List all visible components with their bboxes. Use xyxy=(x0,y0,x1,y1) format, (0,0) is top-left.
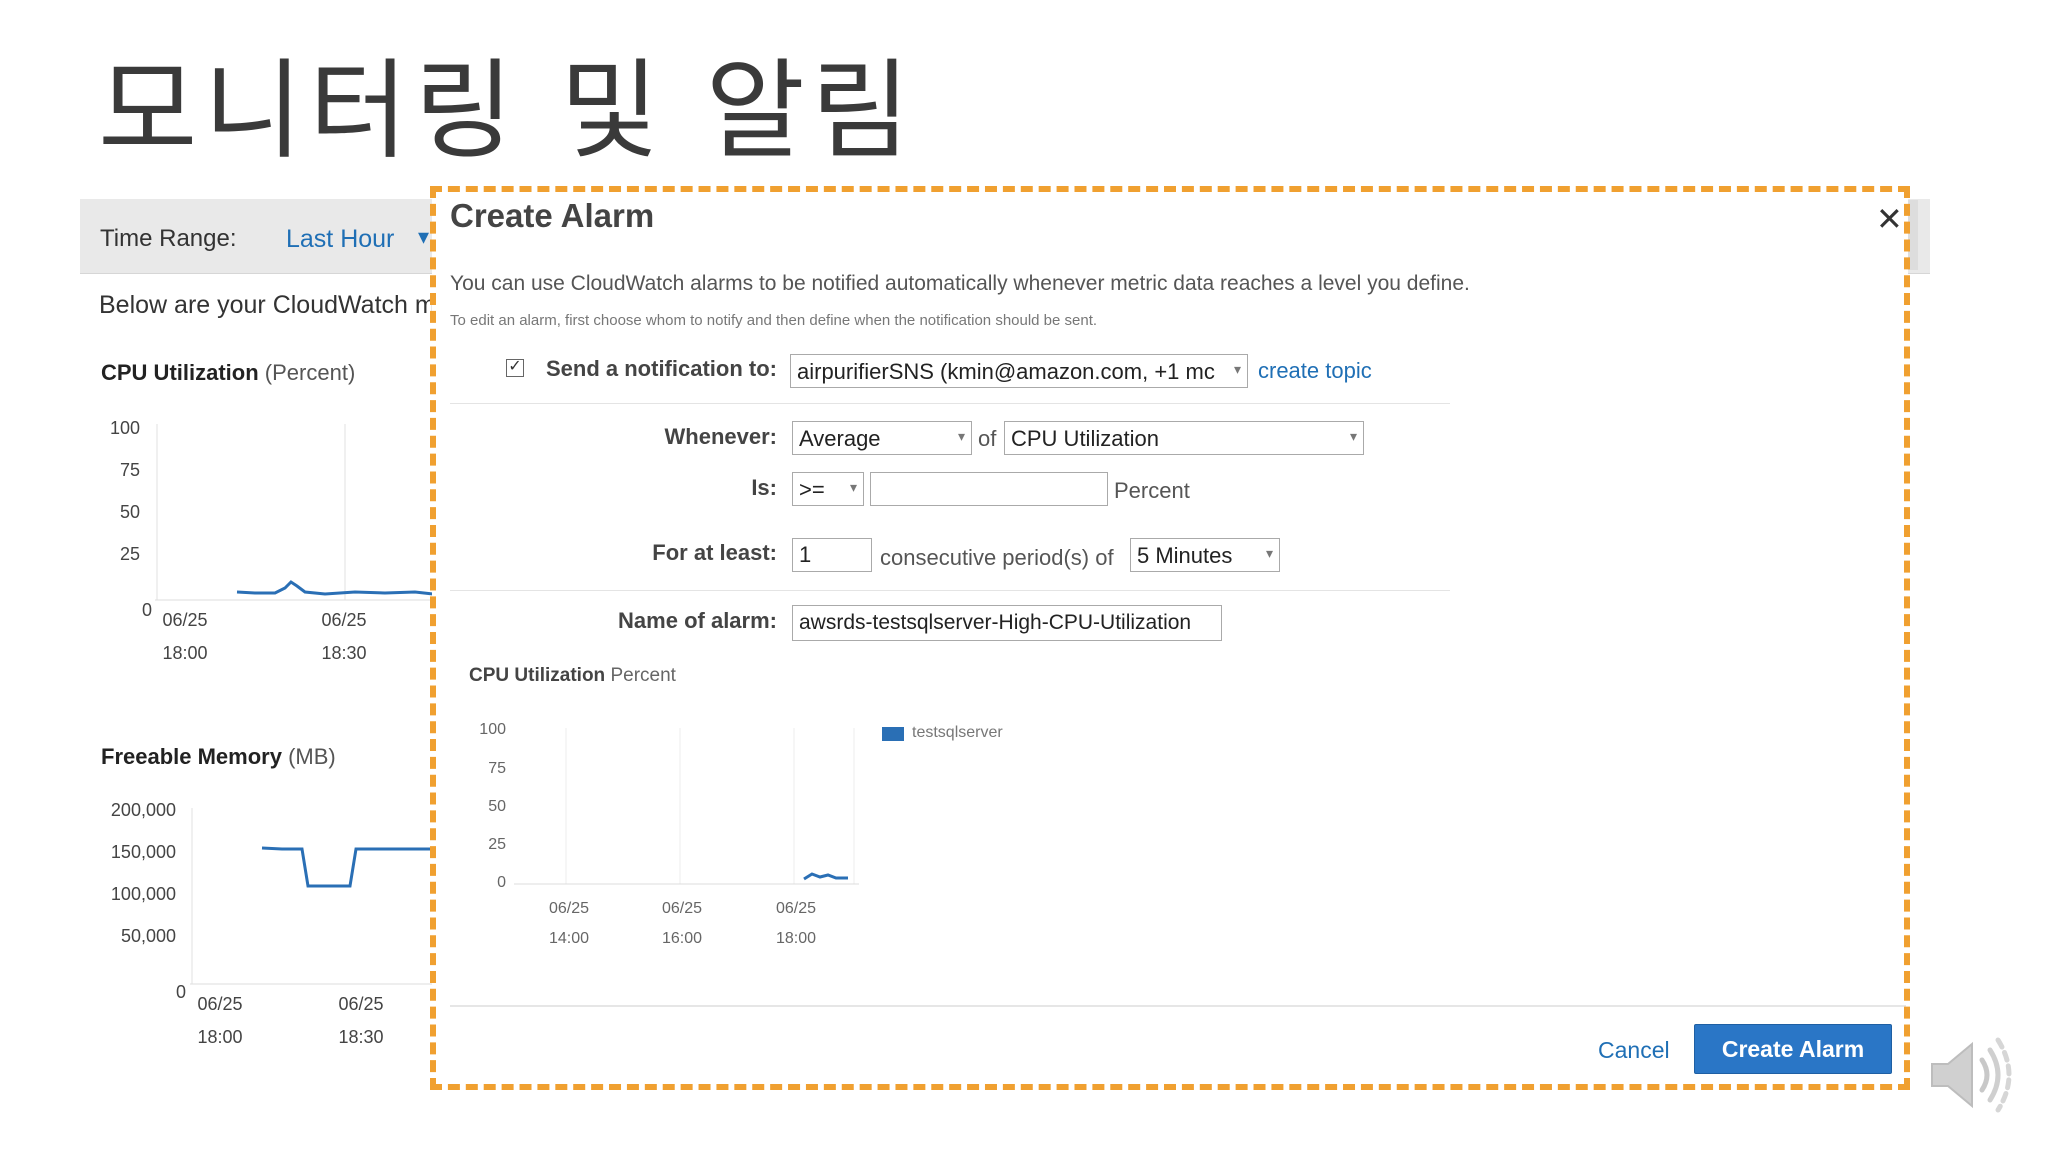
bg-memory-ytick: 0 xyxy=(175,982,186,1002)
bg-cpu-ytick: 100 xyxy=(109,418,140,438)
period-select[interactable]: 5 Minutes ▾ xyxy=(1130,538,1280,572)
statistic-select[interactable]: Average ▾ xyxy=(792,421,972,455)
bg-memory-ytick: 200,000 xyxy=(110,800,176,820)
alarm-chart-title: CPU Utilization Percent xyxy=(469,665,676,687)
of-text: of xyxy=(978,426,997,451)
dialog-description: You can use CloudWatch alarms to be noti… xyxy=(450,272,1470,295)
create-alarm-button[interactable]: Create Alarm xyxy=(1694,1024,1892,1074)
alarm-chart-xtick: 06/25 18:00 xyxy=(775,900,817,947)
legend-label: testsqlserver xyxy=(912,724,1003,741)
alarm-chart-xtick: 06/25 16:00 xyxy=(661,900,703,947)
notification-label: Send a notification to: xyxy=(546,356,777,381)
bg-memory-series-line xyxy=(261,846,433,888)
alarm-chart-ytick: 75 xyxy=(488,760,506,777)
alarm-name-label: Name of alarm: xyxy=(618,608,777,633)
bg-memory-chart xyxy=(190,808,435,985)
dialog-title: Create Alarm xyxy=(450,197,655,234)
alarm-name-input[interactable] xyxy=(792,605,1222,641)
chevron-down-icon: ▾ xyxy=(849,479,857,495)
bg-cpu-chart-unit: (Percent) xyxy=(264,360,356,385)
alarm-chart-unit: Percent xyxy=(610,665,676,686)
bg-cpu-chart-name: CPU Utilization xyxy=(101,360,259,385)
periods-input[interactable] xyxy=(792,538,872,572)
alarm-chart-series-line xyxy=(803,872,848,881)
metric-value: CPU Utilization xyxy=(1011,426,1159,451)
footer-divider xyxy=(450,1005,1906,1007)
chevron-down-icon[interactable]: ▾ xyxy=(418,224,429,250)
threshold-unit: Percent xyxy=(1114,478,1190,503)
bg-memory-xtick: 06/25 18:30 xyxy=(338,994,384,1047)
legend-swatch xyxy=(882,727,904,741)
period-value: 5 Minutes xyxy=(1137,543,1233,568)
chevron-down-icon: ▾ xyxy=(1265,545,1273,561)
operator-value: >= xyxy=(799,477,825,502)
notification-topic-select[interactable]: airpurifierSNS (kmin@amazon.com, +1 mc ▾ xyxy=(790,354,1248,388)
alarm-chart-ytick: 25 xyxy=(488,836,506,853)
time-range-label: Time Range: xyxy=(100,225,237,252)
bg-cpu-chart xyxy=(155,424,435,601)
dialog-subtext: To edit an alarm, first choose whom to n… xyxy=(450,312,1098,329)
bg-cpu-series-line xyxy=(236,580,434,596)
bg-memory-chart-unit: (MB) xyxy=(288,744,336,769)
bg-cpu-ytick: 75 xyxy=(119,460,140,480)
alarm-chart xyxy=(514,728,859,885)
alarm-chart-ytick: 50 xyxy=(488,798,506,815)
bg-cpu-chart-title: CPU Utilization (Percent) xyxy=(101,360,355,386)
chevron-down-icon: ▾ xyxy=(957,428,965,444)
bg-cpu-ytick: 25 xyxy=(119,544,140,564)
create-topic-link[interactable]: create topic xyxy=(1258,358,1372,384)
operator-select[interactable]: >= ▾ xyxy=(792,472,864,506)
chevron-down-icon: ▾ xyxy=(1349,428,1357,444)
chevron-down-icon: ▾ xyxy=(1233,361,1241,377)
whenever-label: Whenever: xyxy=(664,424,777,449)
bg-cpu-xtick: 06/25 18:30 xyxy=(321,610,367,663)
alarm-chart-xtick: 06/25 14:00 xyxy=(548,900,590,947)
bg-memory-ytick: 150,000 xyxy=(110,842,176,862)
slide-title: 모니터링 및 알림 xyxy=(98,49,917,174)
for-at-least-label: For at least: xyxy=(652,540,777,565)
close-icon[interactable]: ✕ xyxy=(1876,200,1903,238)
speaker-icon[interactable] xyxy=(1922,1030,2022,1120)
bg-cpu-ytick: 0 xyxy=(141,600,152,620)
cancel-button[interactable]: Cancel xyxy=(1598,1037,1670,1064)
time-range-select[interactable]: Last Hour xyxy=(286,225,394,254)
dialog-scrollbar[interactable] xyxy=(1908,200,1918,270)
bg-memory-chart-name: Freeable Memory xyxy=(101,744,282,769)
bg-memory-ytick: 50,000 xyxy=(120,926,176,946)
bg-cpu-ytick: 50 xyxy=(119,502,140,522)
threshold-input[interactable] xyxy=(870,472,1108,506)
divider xyxy=(450,403,1450,404)
metric-select[interactable]: CPU Utilization ▾ xyxy=(1004,421,1364,455)
statistic-value: Average xyxy=(799,426,881,451)
bg-memory-xtick: 06/25 18:00 xyxy=(197,994,243,1047)
bg-memory-ytick: 100,000 xyxy=(110,884,176,904)
alarm-chart-name: CPU Utilization xyxy=(469,665,606,686)
notification-topic-value: airpurifierSNS (kmin@amazon.com, +1 mc xyxy=(797,359,1215,384)
consecutive-text: consecutive period(s) of xyxy=(880,545,1114,570)
bg-memory-chart-title: Freeable Memory (MB) xyxy=(101,744,336,770)
bg-cpu-xtick: 06/25 18:00 xyxy=(162,610,208,663)
alarm-chart-ytick: 100 xyxy=(479,721,506,738)
alarm-chart-ytick: 0 xyxy=(497,874,506,891)
divider xyxy=(450,590,1450,591)
metrics-description: Below are your CloudWatch m xyxy=(99,291,436,319)
is-label: Is: xyxy=(751,475,777,500)
